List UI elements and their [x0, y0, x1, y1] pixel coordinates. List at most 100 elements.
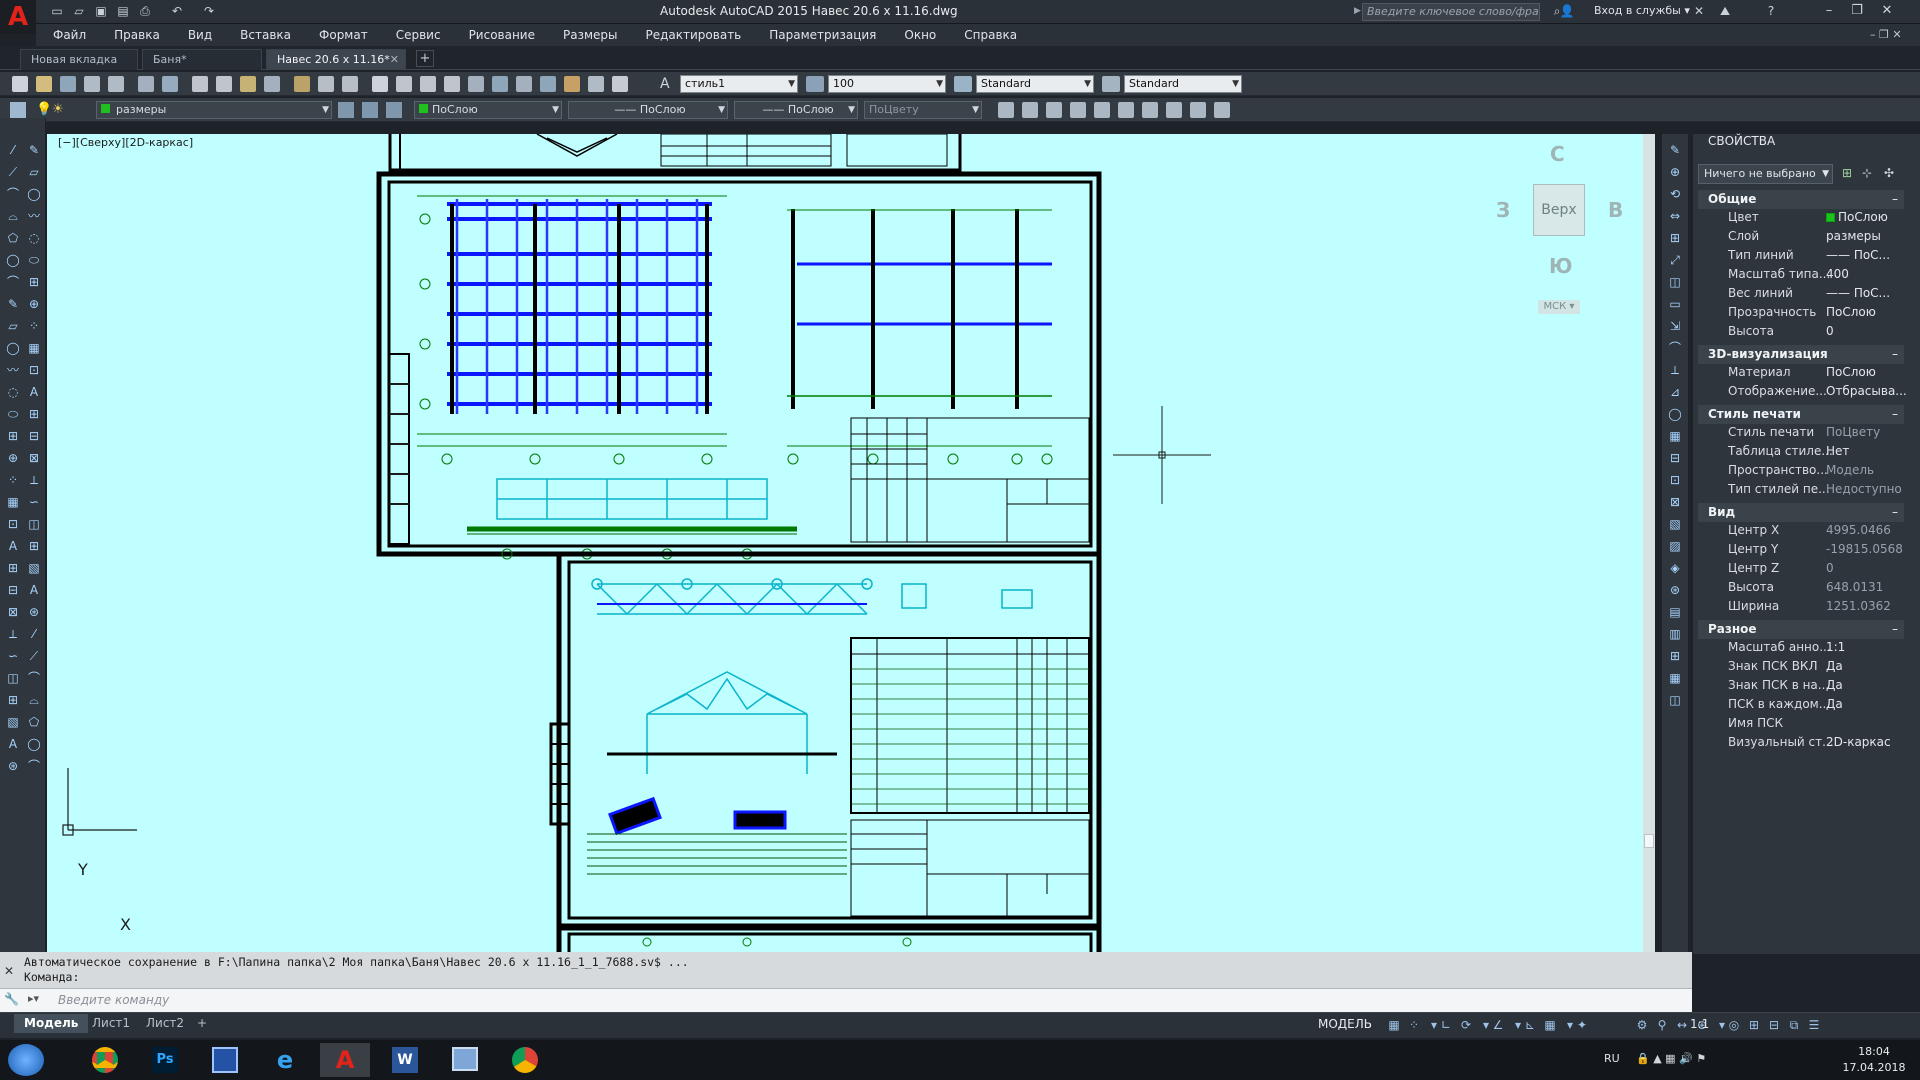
property-row[interactable]: Материал ПоСлою — [1698, 365, 1904, 384]
drawing-area[interactable] — [47, 134, 1655, 952]
left-tool-12-icon[interactable]: ⬭ — [5, 406, 21, 422]
left-tool-b13-icon[interactable]: ⊟ — [26, 428, 42, 444]
menu-window[interactable]: Окно — [887, 28, 947, 42]
dim-scale-select[interactable]: 100 ▼ — [828, 75, 946, 93]
property-row[interactable]: Высота 648.0131 — [1698, 580, 1904, 599]
left-tool-b1-icon[interactable]: ▱ — [26, 164, 42, 180]
right-tool-8-icon[interactable]: ⇲ — [1667, 318, 1683, 334]
left-tool-3-icon[interactable]: ⌓ — [5, 208, 21, 224]
property-row[interactable]: Центр Y -19815.0568 — [1698, 542, 1904, 561]
status-toggle-19-icon[interactable]: ⊟ — [1766, 1017, 1782, 1033]
viewcube-north[interactable]: С — [1550, 142, 1565, 166]
add-layout-button[interactable]: + — [192, 1014, 212, 1033]
left-tool-b7-icon[interactable]: ⊕ — [26, 296, 42, 312]
model-space-button[interactable]: МОДЕЛЬ — [1318, 1017, 1372, 1031]
status-toggle-9-icon[interactable]: ▦ — [1542, 1017, 1558, 1033]
menu-draw[interactable]: Рисование — [452, 28, 546, 42]
chrome-app-icon[interactable] — [80, 1043, 130, 1077]
left-tool-28-icon[interactable]: ⊛ — [5, 758, 21, 774]
menu-insert[interactable]: Вставка — [223, 28, 302, 42]
right-tool-25-icon[interactable]: ◫ — [1667, 692, 1683, 708]
status-toggle-8-icon[interactable]: ⊾ — [1522, 1017, 1538, 1033]
status-toggle-0-icon[interactable]: ▦ — [1386, 1017, 1402, 1033]
section-1[interactable]: 3D-визуализация – — [1698, 345, 1904, 364]
property-row[interactable]: Центр X 4995.0466 — [1698, 523, 1904, 542]
collapse-2-icon[interactable]: – — [1892, 405, 1898, 424]
layer-properties-icon[interactable] — [10, 102, 26, 118]
property-row[interactable]: Тип линий —— ПоС... — [1698, 248, 1904, 267]
right-tool-6-icon[interactable]: ◫ — [1667, 274, 1683, 290]
undo-icon[interactable] — [318, 76, 334, 92]
tray-icons[interactable]: 🔒 ▲ ▦ 🔊 ⚑ — [1636, 1052, 1706, 1065]
quick-select-icon[interactable]: ✣ — [1884, 166, 1894, 180]
copy-icon[interactable] — [216, 76, 232, 92]
menu-format[interactable]: Формат — [302, 28, 379, 42]
left-tool-20-icon[interactable]: ⊟ — [5, 582, 21, 598]
add-tab-button[interactable]: + — [416, 50, 434, 67]
left-tool-b6-icon[interactable]: ⊞ — [26, 274, 42, 290]
zoom-window-icon[interactable] — [420, 76, 436, 92]
language-indicator[interactable]: RU — [1604, 1052, 1620, 1065]
restore-button[interactable]: ❐ — [1846, 2, 1868, 20]
zoom-window-icon[interactable] — [1022, 102, 1038, 118]
left-tool-19-icon[interactable]: ⊞ — [5, 560, 21, 576]
zoom-previous-icon[interactable] — [444, 76, 460, 92]
menu-tools[interactable]: Сервис — [379, 28, 452, 42]
left-tool-b12-icon[interactable]: ⊞ — [26, 406, 42, 422]
scroll-thumb[interactable] — [1644, 834, 1654, 848]
zoom-realtime-icon[interactable] — [396, 76, 412, 92]
left-tool-17-icon[interactable]: ⊡ — [5, 516, 21, 532]
signin-link[interactable]: Вход в службы ▾ — [1574, 4, 1690, 17]
right-tool-21-icon[interactable]: ▤ — [1667, 604, 1683, 620]
viewcube-wcs-menu[interactable]: МСК ▾ — [1538, 300, 1580, 314]
property-row[interactable]: Визуальный ст... 2D-каркас — [1698, 735, 1904, 754]
help-icon[interactable] — [612, 76, 628, 92]
left-tool-27-icon[interactable]: A — [5, 736, 21, 752]
left-tool-7-icon[interactable]: ✎ — [5, 296, 21, 312]
left-tool-b19-icon[interactable]: ▧ — [26, 560, 42, 576]
left-tool-b4-icon[interactable]: ◌ — [26, 230, 42, 246]
menu-file[interactable]: Файл — [36, 28, 97, 42]
word-app-icon[interactable]: W — [380, 1043, 430, 1077]
viewcube-south[interactable]: Ю — [1549, 254, 1572, 278]
right-tool-5-icon[interactable]: ⤢ — [1667, 252, 1683, 268]
property-row[interactable]: Пространство... Модель — [1698, 463, 1904, 482]
left-tool-b11-icon[interactable]: A — [26, 384, 42, 400]
dim-style-select[interactable]: Standard ▼ — [976, 75, 1094, 93]
command-line[interactable]: 🔧 ▸▾ Введите команду — [0, 988, 1692, 1012]
open-file-icon[interactable]: ▱ — [70, 3, 88, 20]
viewcube-east[interactable]: В — [1608, 198, 1623, 222]
close-cmd-icon[interactable]: ✕ — [4, 964, 14, 978]
right-tool-20-icon[interactable]: ⊛ — [1667, 582, 1683, 598]
status-toggle-21-icon[interactable]: ☰ — [1806, 1017, 1822, 1033]
right-tool-14-icon[interactable]: ⊟ — [1667, 450, 1683, 466]
left-tool-b27-icon[interactable]: ◯ — [26, 736, 42, 752]
plot-icon[interactable] — [84, 76, 100, 92]
left-tool-11-icon[interactable]: ◌ — [5, 384, 21, 400]
left-tool-14-icon[interactable]: ⊕ — [5, 450, 21, 466]
right-tool-1-icon[interactable]: ⊕ — [1667, 164, 1683, 180]
explorer-app-icon[interactable] — [440, 1043, 490, 1077]
selection-select[interactable]: Ничего не выбрано ▼ — [1698, 164, 1833, 184]
status-toggle-11-icon[interactable]: ✦ — [1574, 1017, 1590, 1033]
left-tool-1-icon[interactable]: ⟋ — [5, 164, 21, 180]
left-tool-b28-icon[interactable]: ⌒ — [26, 758, 42, 774]
left-tool-b22-icon[interactable]: ⁄ — [26, 626, 42, 642]
redo-icon[interactable] — [342, 76, 358, 92]
save-as-icon[interactable]: ▤ — [114, 3, 132, 20]
section-4[interactable]: Разное – — [1698, 620, 1904, 639]
command-input[interactable]: Введите команду — [58, 993, 169, 1007]
left-tool-0-icon[interactable]: ⁄ — [5, 142, 21, 158]
left-tool-25-icon[interactable]: ⊞ — [5, 692, 21, 708]
right-tool-16-icon[interactable]: ⊠ — [1667, 494, 1683, 510]
left-tool-2-icon[interactable]: ⌒ — [5, 186, 21, 202]
close-tab-icon[interactable]: ✕ — [390, 50, 399, 70]
property-row[interactable]: Тип стилей пе... Недоступно — [1698, 482, 1904, 501]
zoom-center-icon[interactable] — [1094, 102, 1110, 118]
paste-icon[interactable] — [240, 76, 256, 92]
left-tool-b20-icon[interactable]: A — [26, 582, 42, 598]
property-row[interactable]: Центр Z0 — [1698, 561, 1904, 580]
left-tool-21-icon[interactable]: ⊠ — [5, 604, 21, 620]
menu-parametric[interactable]: Параметризация — [752, 28, 887, 42]
sheet-set-icon[interactable] — [540, 76, 556, 92]
